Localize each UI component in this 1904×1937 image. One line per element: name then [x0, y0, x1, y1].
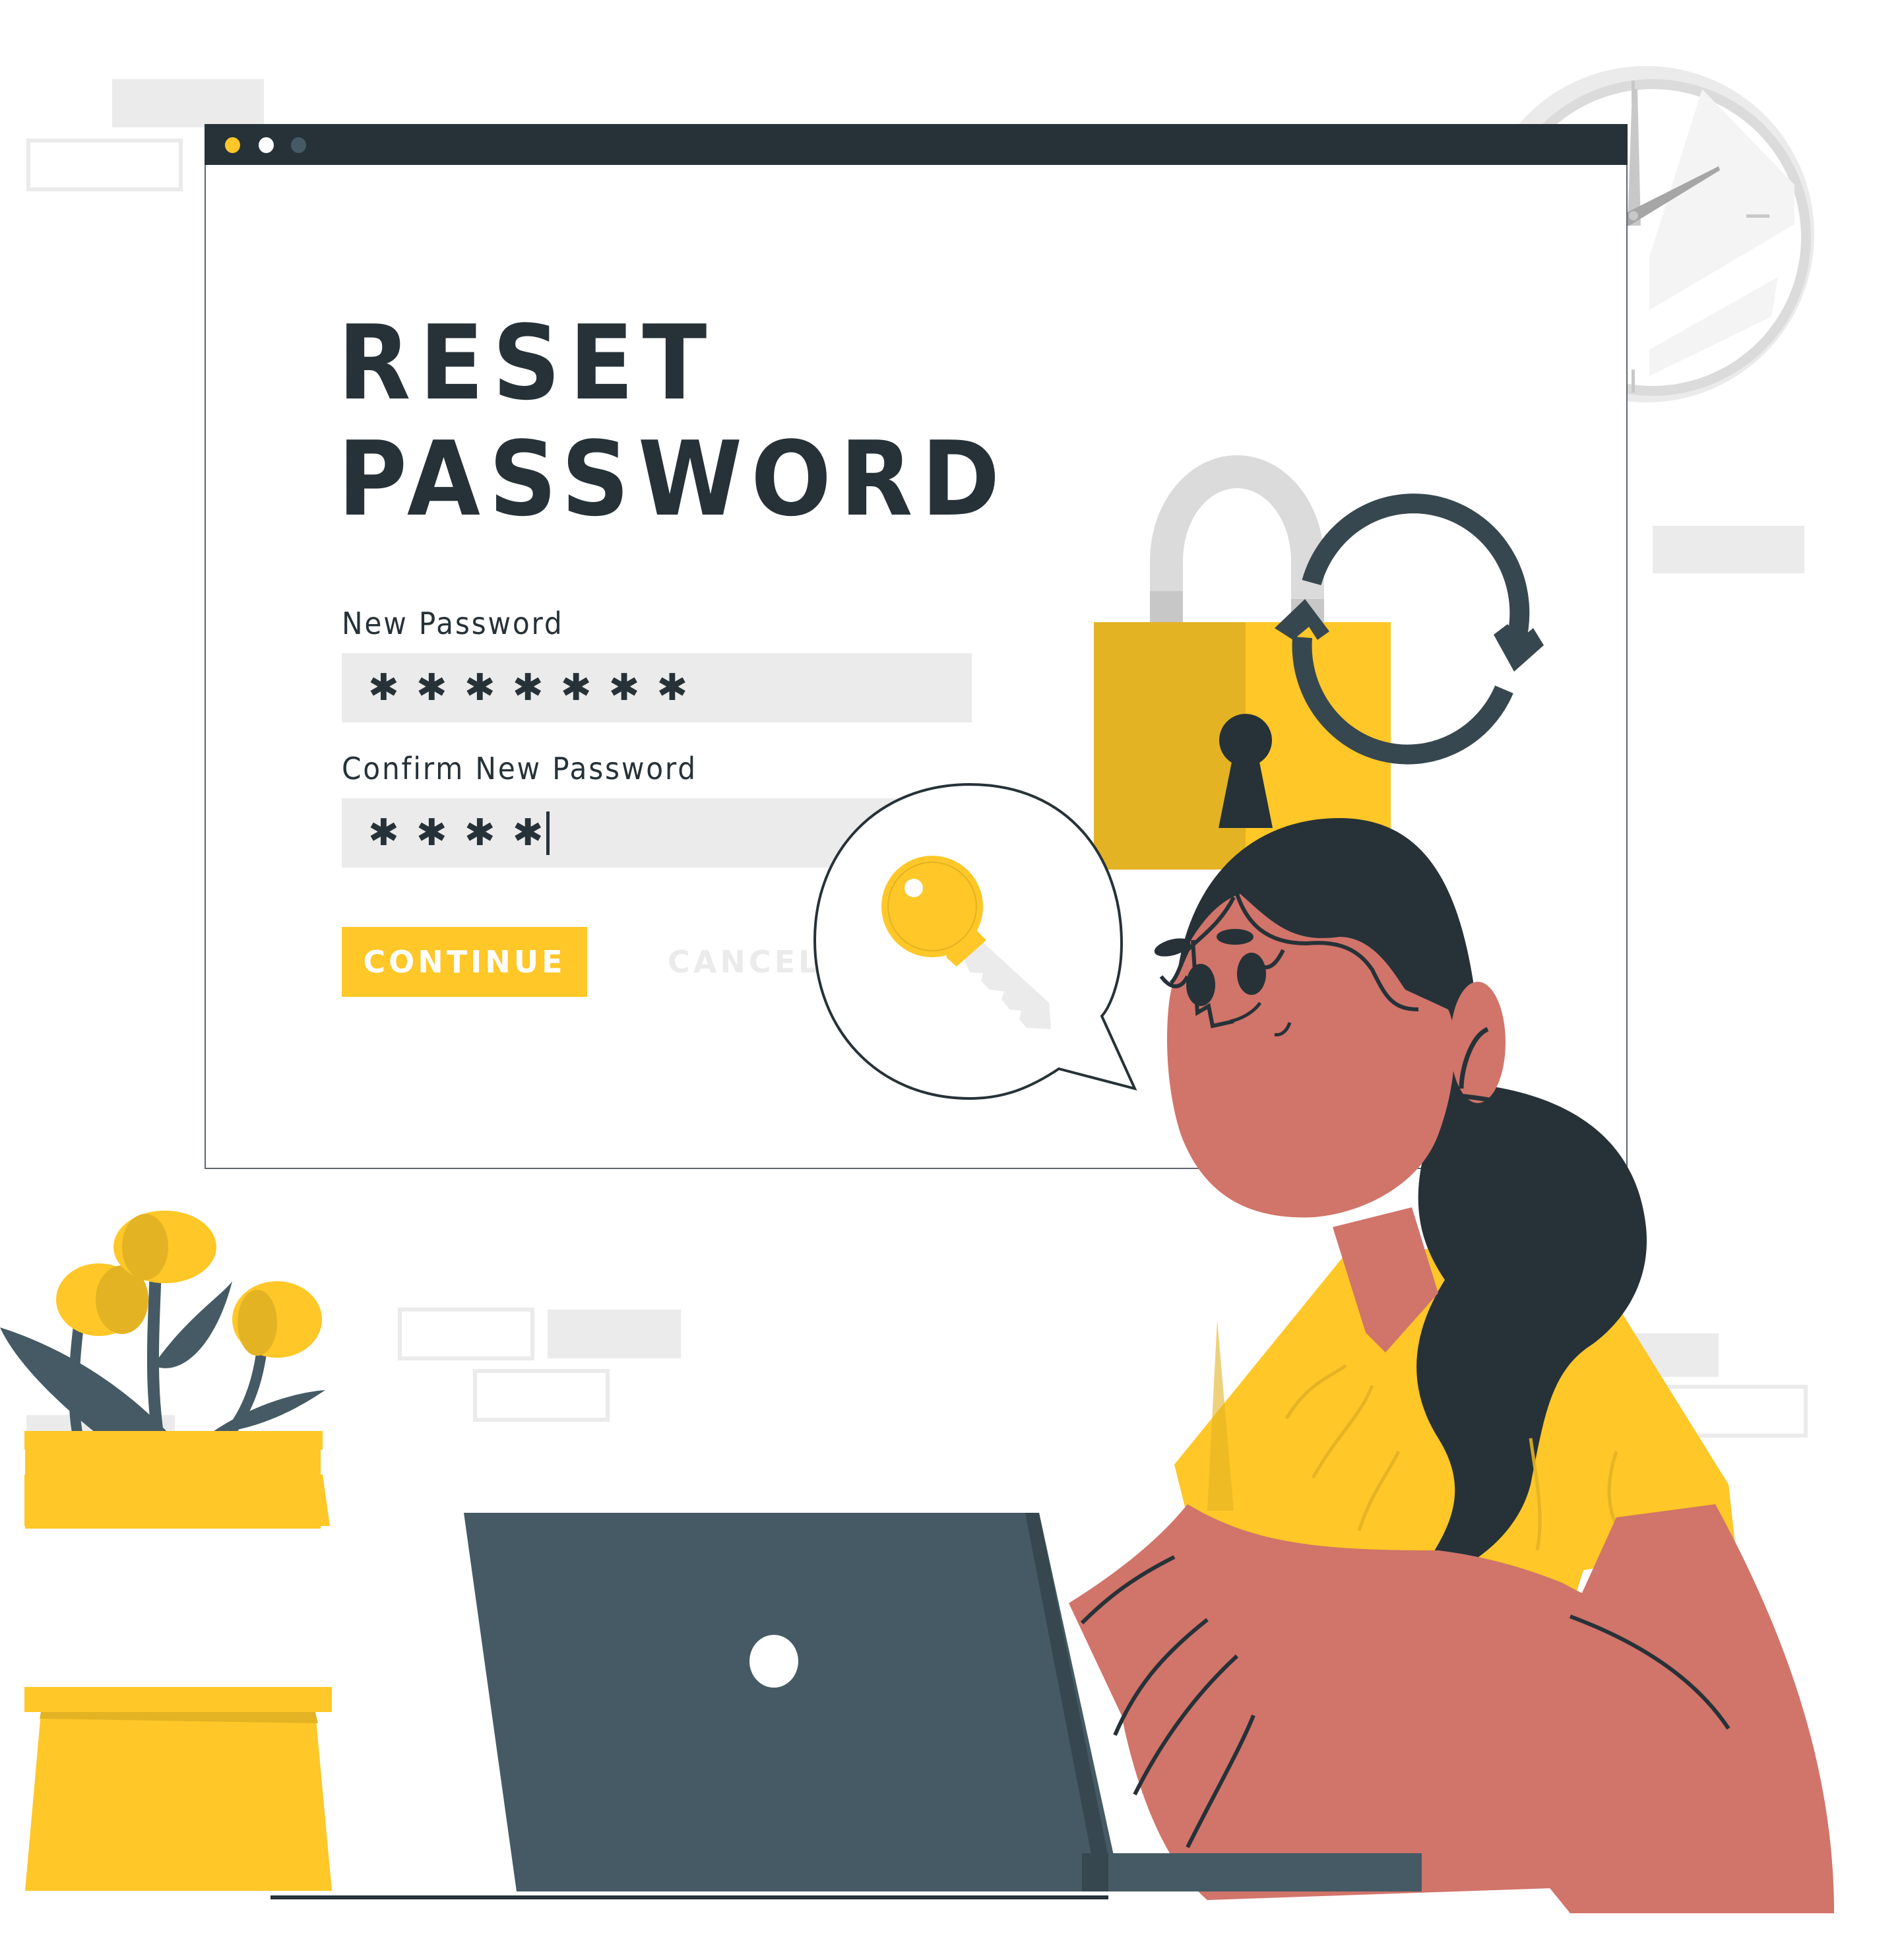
plant-pot-body: [25, 1712, 332, 1891]
laptop-logo-icon: [749, 1635, 798, 1688]
tulip-plant-icon: [0, 1211, 330, 1529]
person-illustration: [1069, 818, 1834, 1913]
illustration: [0, 455, 1834, 1913]
plant-pot-rim: [24, 1687, 332, 1712]
